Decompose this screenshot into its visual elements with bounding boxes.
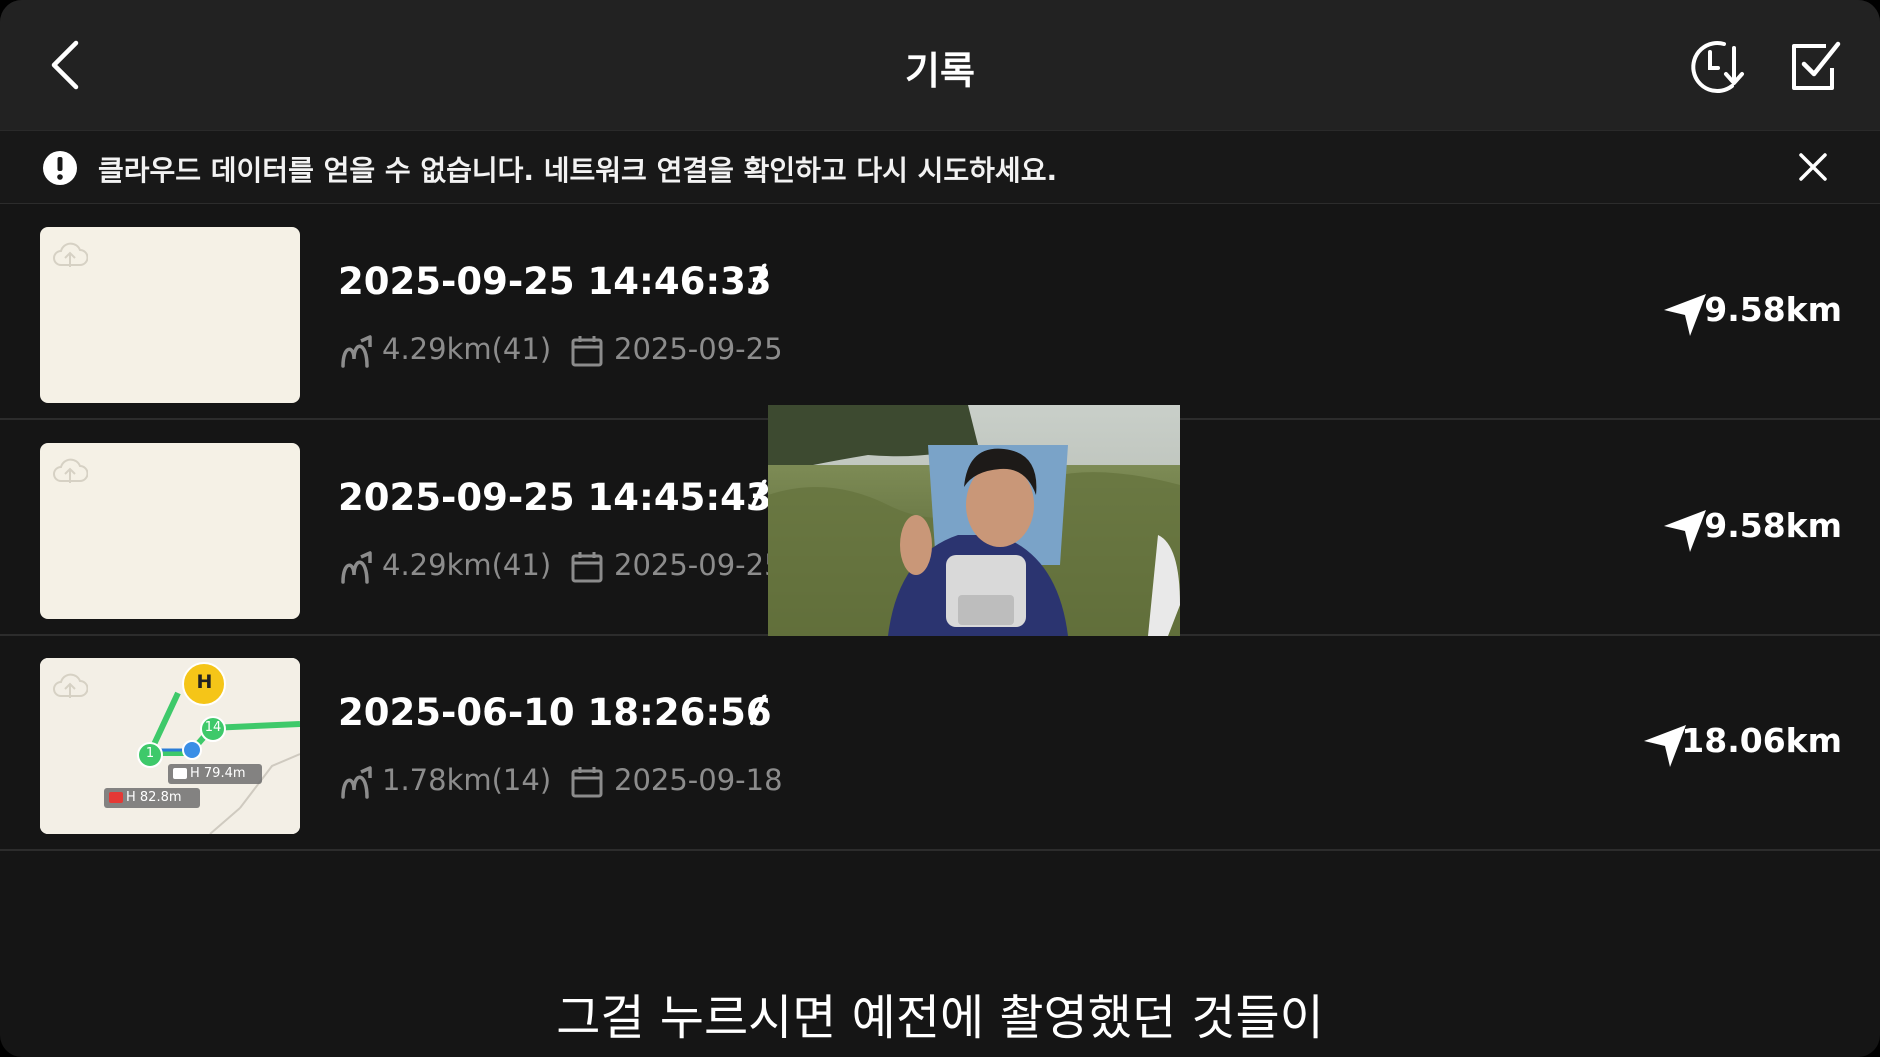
record-row[interactable]: H 1 14 H 79.4m H 82.8m 2025-06-10 18:26:… [0, 637, 1880, 851]
route-distance-value: 4.29km(41) [382, 548, 552, 582]
record-row[interactable]: 2025-09-25 14:46:33 4.29km(41) 2025-09-2… [0, 206, 1880, 420]
flight-distance: 9.58km [1704, 290, 1842, 329]
record-date: 2025-09-25 [570, 332, 783, 368]
route-distance: 4.29km(41) [338, 332, 551, 369]
warning-icon [43, 151, 77, 185]
route-icon [341, 335, 372, 368]
video-subtitle: 그걸 누르시면 예전에 촬영했던 것들이 [556, 990, 1324, 1046]
edit-icon[interactable] [746, 262, 768, 298]
record-thumbnail [40, 227, 300, 403]
record-date: 2025-09-18 [570, 763, 783, 799]
navigation-arrow-icon [1664, 294, 1706, 336]
close-icon [1799, 153, 1827, 181]
app-screen: 기록 클라우드 데이터를 얻을 수 없습니다. 네트워크 연결을 확인하고 다시… [0, 0, 1880, 1057]
record-date-value: 2025-09-18 [614, 763, 783, 797]
edit-icon[interactable] [746, 478, 768, 514]
flight-distance: 9.58km [1704, 506, 1842, 545]
calendar-icon [571, 336, 603, 367]
page-title: 기록 [905, 49, 975, 93]
select-button[interactable] [1788, 38, 1844, 94]
record-map-thumbnail: H 1 14 H 79.4m H 82.8m [40, 658, 300, 834]
banner-close-button[interactable] [1796, 150, 1830, 184]
presenter-video-frame [768, 405, 1180, 636]
record-height-label: H 82.8m [126, 790, 182, 805]
record-date-value: 2025-09-25 [614, 332, 783, 366]
flight-distance: 18.06km [1681, 721, 1842, 760]
record-thumbnail [40, 443, 300, 619]
cloud-upload-icon [53, 458, 88, 483]
navigation-arrow-icon [1664, 510, 1706, 552]
banner-message: 클라우드 데이터를 얻을 수 없습니다. 네트워크 연결을 확인하고 다시 시도… [98, 154, 1058, 187]
cloud-upload-icon [53, 242, 88, 267]
route-distance: 1.78km(14) [338, 763, 551, 800]
cloud-upload-icon [53, 673, 88, 698]
calendar-icon [571, 767, 603, 798]
history-download-button[interactable] [1686, 36, 1746, 96]
route-icon [341, 551, 372, 584]
record-title: 2025-06-10 18:26:56 [338, 691, 772, 734]
pip-video-overlay [768, 405, 1180, 636]
home-point-marker: H [196, 671, 213, 693]
record-date-value: 2025-09-25 [614, 548, 783, 582]
waypoint-end-label: 14 [204, 720, 222, 735]
edit-icon[interactable] [746, 693, 768, 729]
network-warning-banner: 클라우드 데이터를 얻을 수 없습니다. 네트워크 연결을 확인하고 다시 시도… [0, 130, 1880, 204]
route-distance-value: 1.78km(14) [382, 763, 552, 797]
record-title: 2025-09-25 14:45:43 [338, 476, 772, 519]
calendar-icon [571, 552, 603, 583]
record-date: 2025-09-25 [570, 548, 783, 584]
waypoint-start-label: 1 [145, 746, 155, 761]
route-icon [341, 766, 372, 799]
top-bar: 기록 [0, 0, 1880, 130]
record-title: 2025-09-25 14:46:33 [338, 260, 772, 303]
checkbox-checked-icon [1792, 41, 1841, 90]
camera-height-label: H 79.4m [190, 766, 246, 781]
route-distance: 4.29km(41) [338, 548, 551, 585]
clock-download-icon [1691, 41, 1744, 94]
route-distance-value: 4.29km(41) [382, 332, 552, 366]
